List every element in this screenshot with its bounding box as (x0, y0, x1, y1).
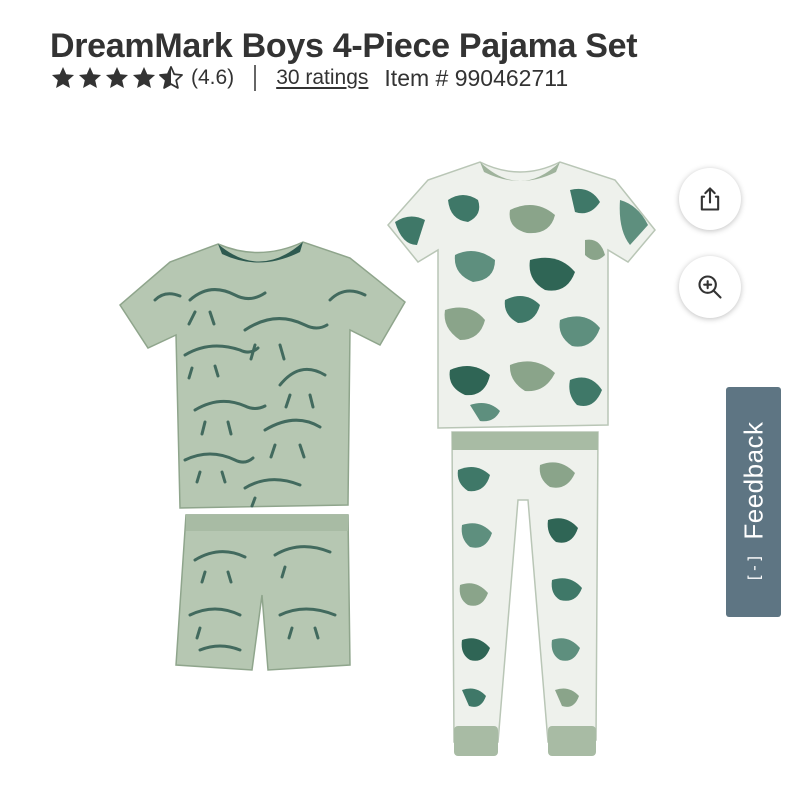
item-number: Item # 990462711 (384, 64, 569, 91)
star-full-icon (132, 66, 156, 88)
share-button[interactable] (679, 168, 741, 230)
share-icon (700, 187, 720, 211)
star-rating[interactable] (50, 65, 185, 91)
divider (254, 65, 257, 91)
rating-value: (4.6) (191, 66, 235, 89)
feedback-label: Feedback (738, 421, 768, 540)
zoom-button[interactable] (679, 256, 741, 318)
zoom-in-icon (698, 275, 722, 299)
star-full-icon (78, 66, 102, 88)
star-full-icon (105, 66, 129, 88)
dino-shorts (175, 514, 351, 671)
camo-shirt (387, 161, 656, 429)
feedback-tab[interactable]: [-] Feedback (726, 387, 781, 617)
dino-shirt (119, 241, 406, 509)
star-half-icon (159, 66, 183, 89)
feedback-icon: [-] (744, 553, 763, 583)
star-full-icon (51, 66, 75, 88)
ratings-count-link[interactable]: 30 ratings (276, 66, 368, 90)
rating-row: (4.6) 30 ratings Item # 990462711 (50, 60, 568, 96)
product-image[interactable] (100, 140, 700, 790)
camo-pants (451, 431, 599, 756)
